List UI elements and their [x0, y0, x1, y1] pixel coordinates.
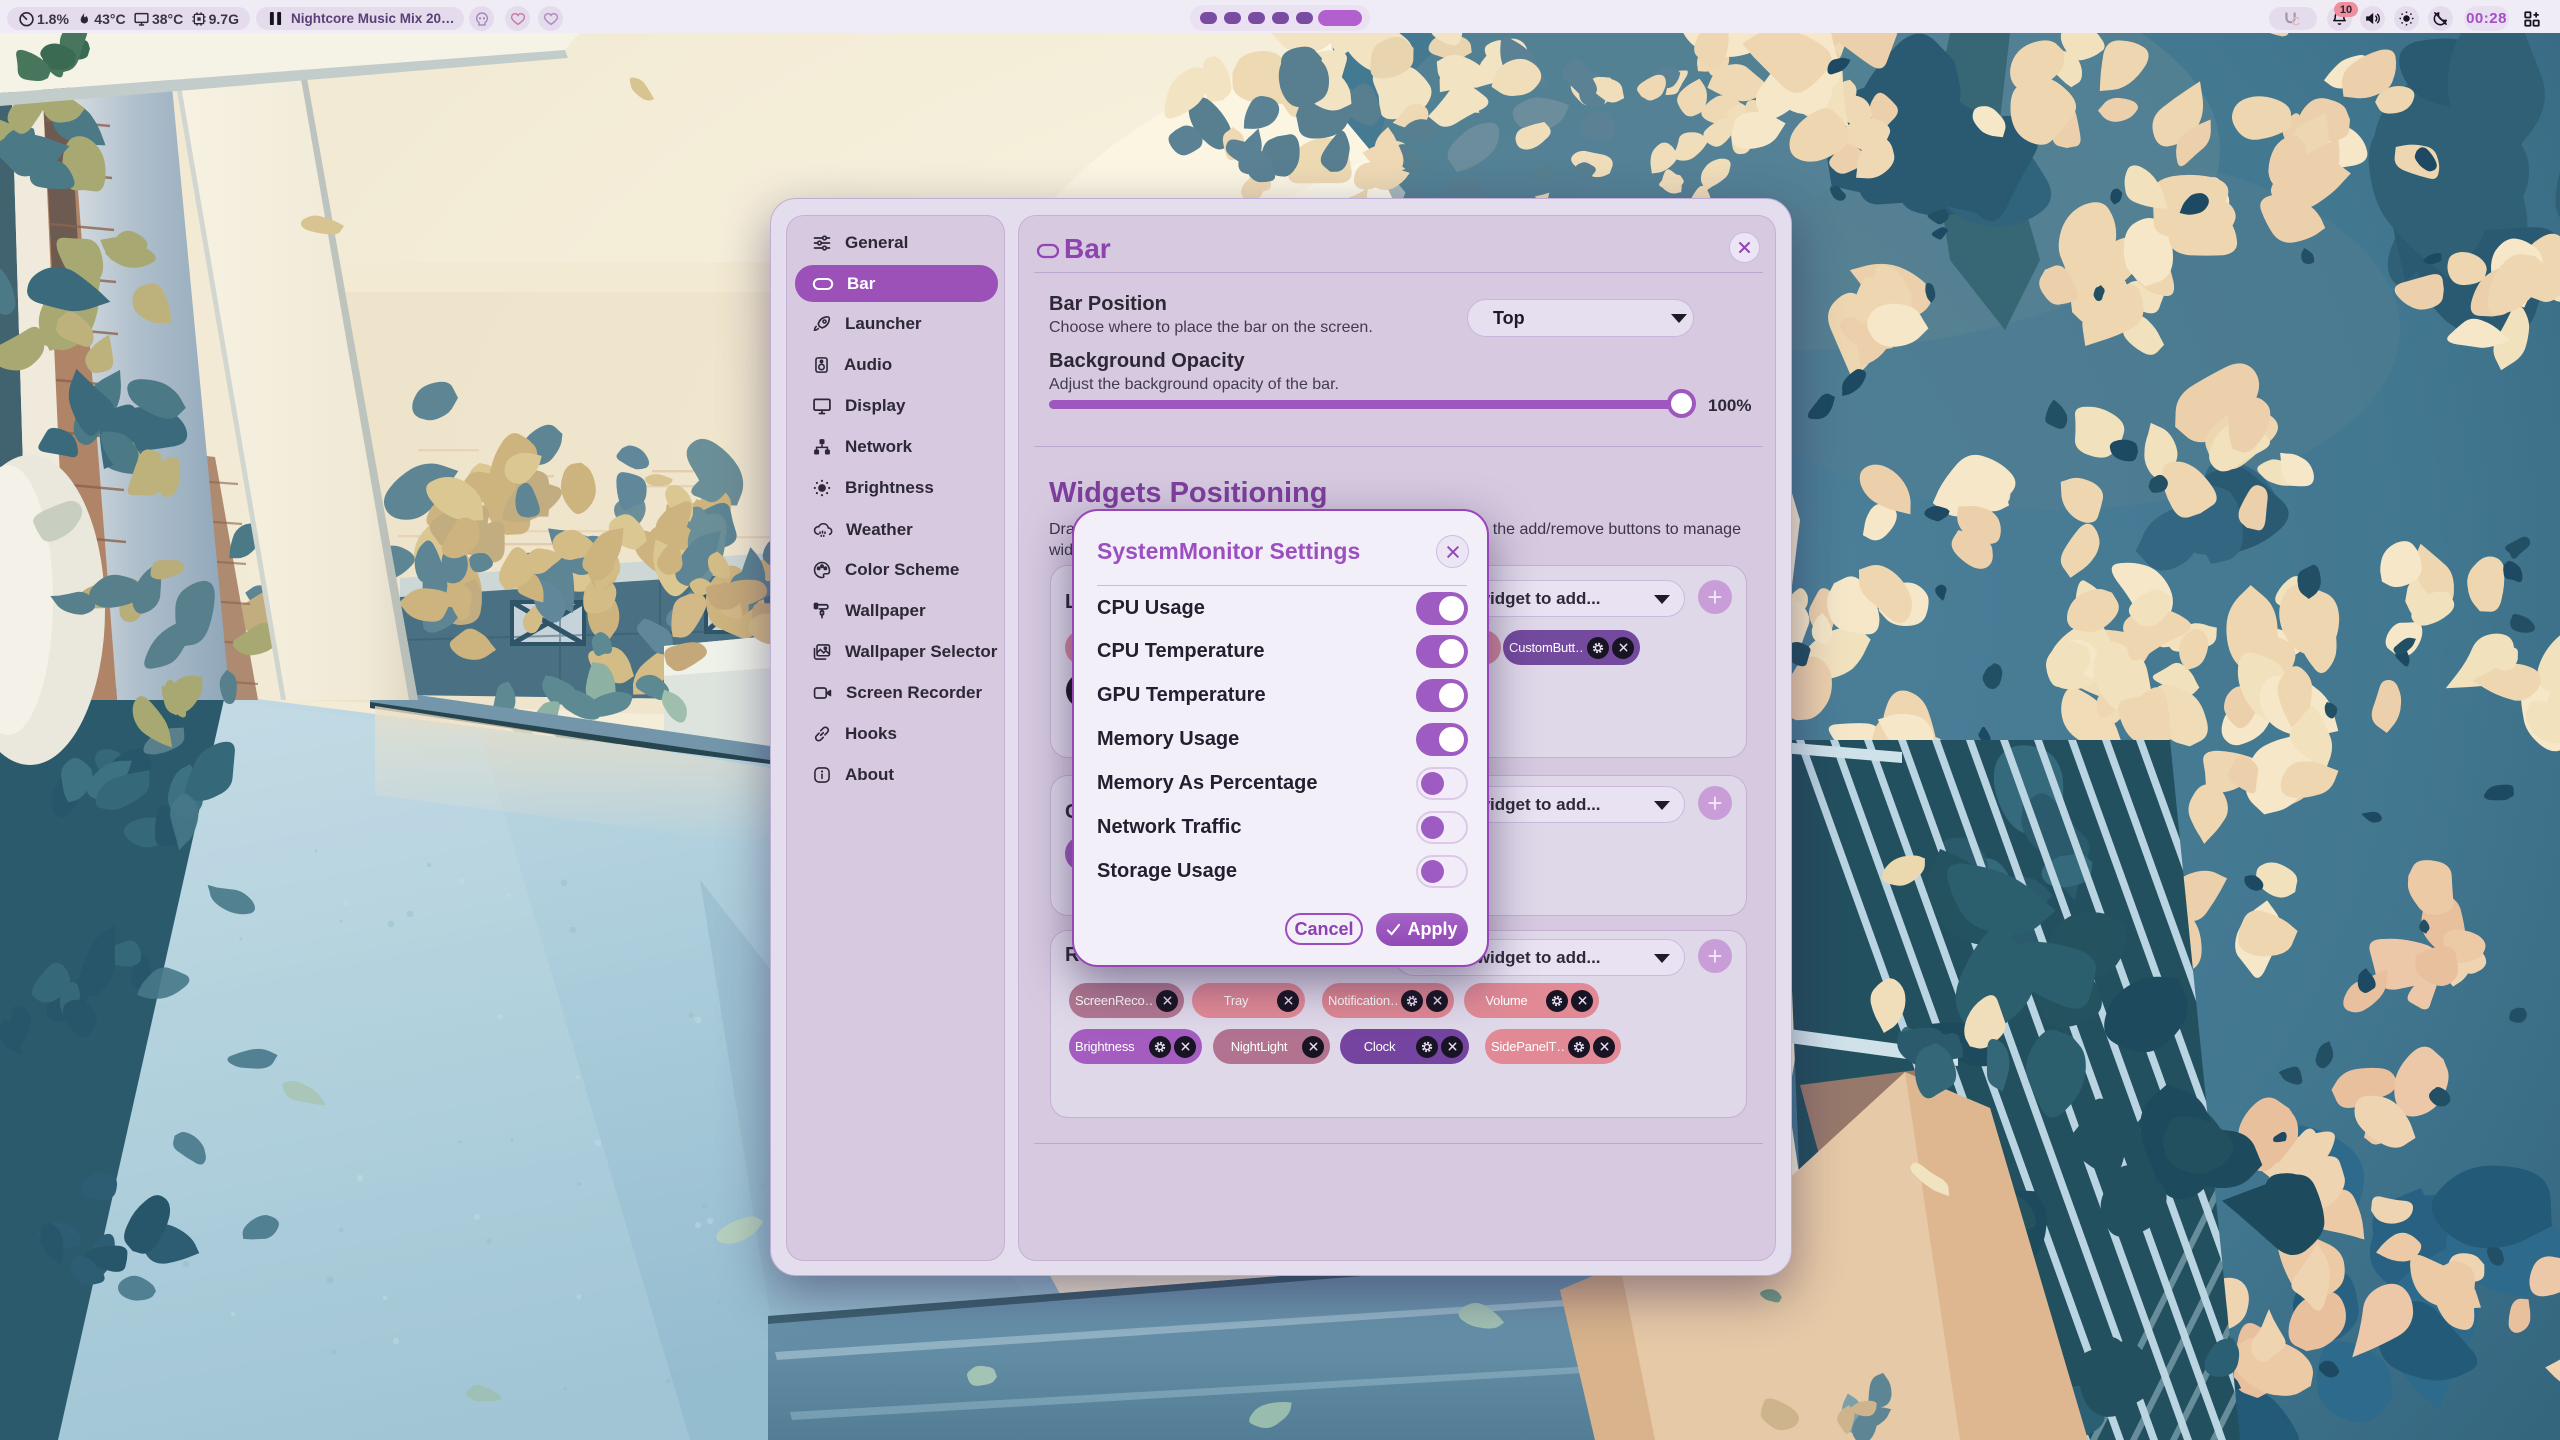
- svg-text:C: C: [2291, 14, 2300, 27]
